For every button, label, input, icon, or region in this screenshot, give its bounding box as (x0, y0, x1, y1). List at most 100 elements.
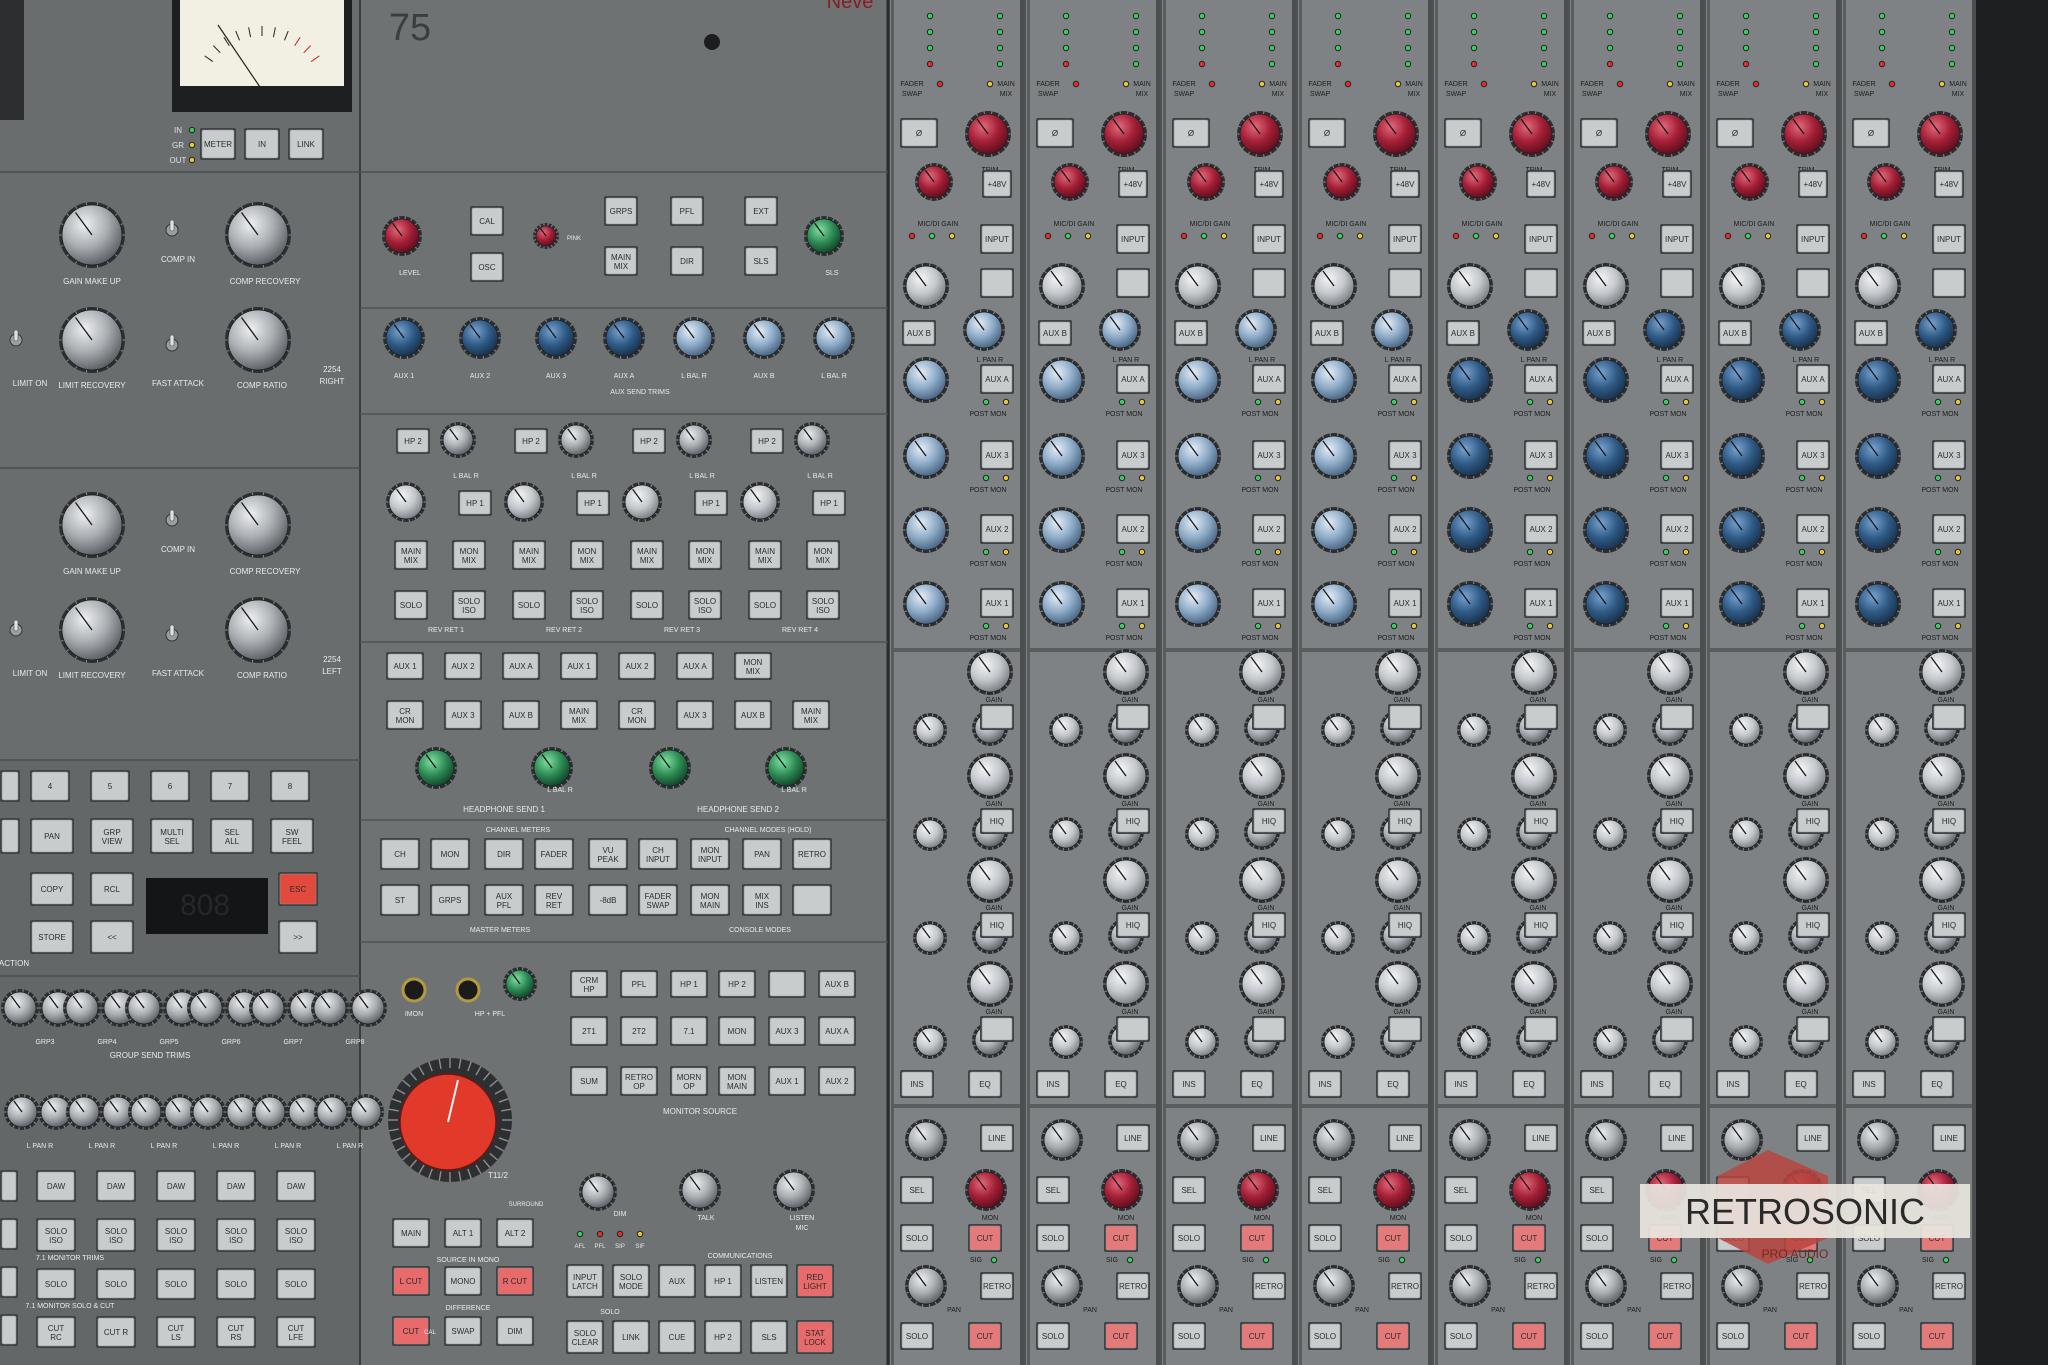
aux-route-button[interactable]: AUX 2 (1524, 514, 1558, 544)
phantom-button[interactable]: +48V (982, 170, 1012, 198)
group-function-button[interactable]: MULTISEL (150, 818, 194, 854)
phantom-button[interactable]: +48V (1254, 170, 1284, 198)
aux-route-button[interactable]: AUX A (1388, 364, 1422, 394)
aux-route-button[interactable]: AUX 1 (1252, 588, 1286, 618)
aux-route-button[interactable]: AUX 2 (980, 514, 1014, 544)
solo-button[interactable]: SOLO (1172, 1224, 1206, 1252)
eq-gain-knob[interactable] (1103, 649, 1149, 695)
monitor-pan-knob[interactable] (314, 1094, 350, 1130)
meter-mode-button[interactable]: VUPEAK (588, 838, 628, 870)
monitor-source-button[interactable]: HP 2 (718, 970, 756, 998)
aux-send-knob[interactable] (1175, 507, 1221, 553)
eq-freq-knob[interactable] (913, 921, 947, 955)
insert-button[interactable]: INS (1036, 1070, 1070, 1098)
cut-button[interactable]: CUTLFE (276, 1316, 316, 1348)
group-send-knob[interactable] (311, 989, 349, 1027)
monitor-source-button[interactable]: PFL (620, 970, 658, 998)
daw-button[interactable]: DAW (216, 1170, 256, 1202)
aux-send-trim-knob[interactable] (383, 317, 425, 359)
eq-freq-knob[interactable] (913, 713, 947, 747)
solo-iso-button[interactable]: SOLOISO (276, 1218, 316, 1252)
edge-button[interactable] (0, 1218, 18, 1250)
rev-hp2-button[interactable]: HP 2 (632, 428, 666, 454)
eq-shape-button[interactable] (1252, 1016, 1286, 1042)
eq-shape-button[interactable]: HIQ (1116, 808, 1150, 834)
group-function-button[interactable] (0, 818, 20, 854)
cut-button[interactable]: CUT (1240, 1224, 1274, 1252)
eq-freq-knob[interactable] (913, 817, 947, 851)
aux-send-knob[interactable] (903, 433, 949, 479)
rev-level-knob[interactable] (740, 482, 780, 522)
aux-route-button[interactable]: AUX A (1252, 364, 1286, 394)
daw-button[interactable]: DAW (156, 1170, 196, 1202)
cut-button[interactable]: CUT (1240, 1322, 1274, 1350)
eq-freq-knob[interactable] (1185, 817, 1219, 851)
escape-button[interactable]: ESC (278, 872, 318, 906)
comm-button[interactable]: INPUTLATCH (566, 1264, 604, 1298)
monitor-pan-knob[interactable] (1313, 1119, 1355, 1161)
mic-gain-knob[interactable] (915, 163, 953, 201)
rev-main-mix-button[interactable]: MAINMIX (748, 540, 782, 570)
pan-knob[interactable] (1507, 309, 1549, 351)
meter-source-button[interactable]: ST (380, 884, 420, 916)
eq-freq-knob[interactable] (1049, 1025, 1083, 1059)
pan-knob[interactable] (963, 309, 1005, 351)
retro-pan-knob[interactable] (905, 1265, 947, 1307)
eq-in-button[interactable]: EQ (1104, 1070, 1138, 1098)
aux-send-knob[interactable] (1447, 433, 1493, 479)
monitor-pan-knob[interactable] (128, 1094, 164, 1130)
input-button[interactable]: INPUT (1524, 224, 1558, 254)
hp-source-button[interactable]: AUX 2 (444, 652, 482, 680)
hp-source-button[interactable]: AUX 3 (444, 700, 482, 730)
aux-send-knob[interactable] (1039, 581, 1085, 627)
aux-route-button[interactable]: AUX 3 (980, 440, 1014, 470)
trim-knob[interactable] (965, 111, 1011, 157)
eq-gain-knob[interactable] (1375, 649, 1421, 695)
hp-source-button[interactable]: AUX 3 (676, 700, 714, 730)
mic-gain-knob[interactable] (1323, 163, 1361, 201)
hp-source-button[interactable]: MAINMIX (560, 700, 598, 730)
comp-meter-button[interactable]: IN (244, 128, 280, 160)
rev-hp1-button[interactable]: HP 1 (812, 490, 846, 516)
rev-hp1-button[interactable]: HP 1 (458, 490, 492, 516)
insert-button[interactable]: INS (1308, 1070, 1342, 1098)
aux-route-button[interactable]: AUX 3 (1524, 440, 1558, 470)
aux-b-button[interactable]: AUX B (902, 320, 936, 346)
phase-button[interactable]: Ø (900, 118, 938, 148)
eq-shape-button[interactable]: HIQ (1388, 808, 1422, 834)
hpf-button[interactable] (1524, 268, 1558, 298)
aux-send-knob[interactable] (1311, 357, 1357, 403)
rev-mon-mix-button[interactable]: MONMIX (806, 540, 840, 570)
hp-source-button[interactable]: AUX B (502, 700, 540, 730)
aux-send-knob[interactable] (1175, 357, 1221, 403)
eq-shape-button[interactable] (1116, 1016, 1150, 1042)
eq-freq-knob[interactable] (1185, 713, 1219, 747)
gain-make-up-knob[interactable] (59, 202, 125, 268)
phase-button[interactable]: Ø (1172, 118, 1210, 148)
hp-source-button[interactable]: MAINMIX (792, 700, 830, 730)
pan-knob[interactable] (1371, 309, 1413, 351)
pan-knob[interactable] (1099, 309, 1141, 351)
hpf-knob[interactable] (1311, 263, 1357, 309)
solo-button[interactable]: SOLO (1308, 1224, 1342, 1252)
comp-meter-button[interactable]: METER (200, 128, 236, 160)
eq-shape-button[interactable] (980, 1016, 1014, 1042)
solo-button[interactable]: SOLO (96, 1268, 136, 1300)
hpf-knob[interactable] (1175, 263, 1221, 309)
line-button[interactable]: LINE (1252, 1124, 1286, 1152)
comp-recovery-knob[interactable] (225, 492, 291, 558)
input-button[interactable]: INPUT (980, 224, 1014, 254)
eq-freq-knob[interactable] (1321, 1025, 1355, 1059)
select-button[interactable]: SEL (900, 1176, 934, 1204)
group-number-button[interactable]: 5 (90, 770, 130, 802)
monitor-cut-button[interactable]: DIM (496, 1316, 534, 1346)
group-function-button[interactable]: SELALL (210, 818, 254, 854)
hp-source-button[interactable]: AUX A (676, 652, 714, 680)
hpf-knob[interactable] (1447, 263, 1493, 309)
rev-solo-iso-button[interactable]: SOLOISO (570, 590, 604, 620)
solo-button[interactable]: SOLO (900, 1322, 934, 1350)
eq-freq-knob[interactable] (1049, 713, 1083, 747)
eq-gain-knob[interactable] (1103, 961, 1149, 1007)
meter-mode-button[interactable]: RETRO (792, 838, 832, 870)
aux-send-knob[interactable] (1039, 357, 1085, 403)
